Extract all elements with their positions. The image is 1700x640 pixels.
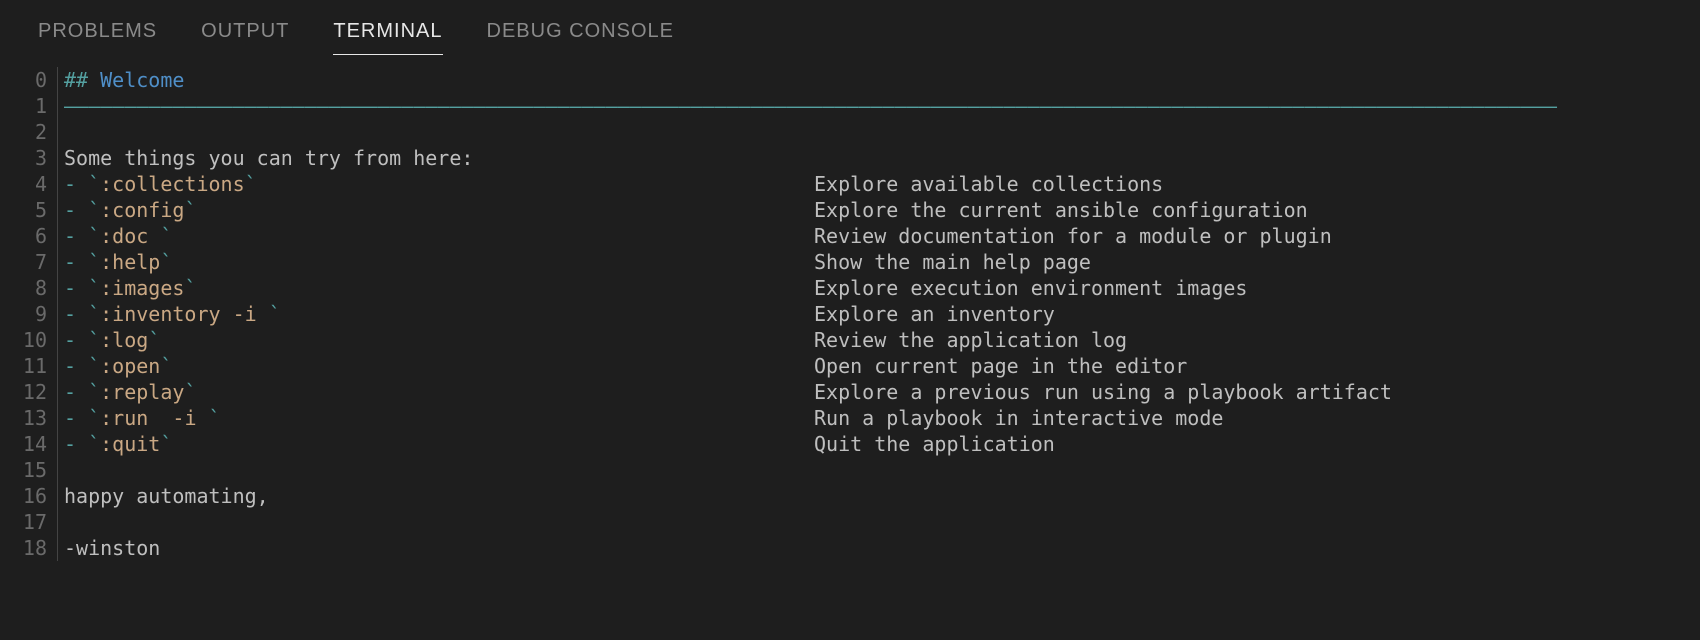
line-number: 9: [10, 301, 53, 327]
line-number: 12: [10, 379, 53, 405]
command-line: - `:collections`Explore available collec…: [64, 171, 1557, 197]
line-number: 11: [10, 353, 53, 379]
line-number: 4: [10, 171, 53, 197]
line-number: 5: [10, 197, 53, 223]
line-number: 10: [10, 327, 53, 353]
line-number: 14: [10, 431, 53, 457]
line-number: 6: [10, 223, 53, 249]
command-line: - `:doc `Review documentation for a modu…: [64, 223, 1557, 249]
command-line: - `:images`Explore execution environment…: [64, 275, 1557, 301]
panel-tabs: PROBLEMS OUTPUT TERMINAL DEBUG CONSOLE: [0, 0, 1700, 67]
line-number: 0: [10, 67, 53, 93]
terminal-line: [64, 509, 1557, 535]
command-line: - `:run -i `Run a playbook in interactiv…: [64, 405, 1557, 431]
command-line: - `:log`Review the application log: [64, 327, 1557, 353]
line-number: 1: [10, 93, 53, 119]
terminal-output[interactable]: 0123456789101112131415161718 ## Welcome—…: [0, 67, 1700, 561]
command-line: - `:config`Explore the current ansible c…: [64, 197, 1557, 223]
terminal-line: [64, 119, 1557, 145]
command-line: - `:help`Show the main help page: [64, 249, 1557, 275]
terminal-line: [64, 457, 1557, 483]
command-line: - `:quit`Quit the application: [64, 431, 1557, 457]
line-number: 2: [10, 119, 53, 145]
tab-debug-console[interactable]: DEBUG CONSOLE: [487, 18, 674, 55]
tab-output[interactable]: OUTPUT: [201, 18, 289, 55]
tab-problems[interactable]: PROBLEMS: [38, 18, 157, 55]
line-number: 15: [10, 457, 53, 483]
signature-line: -winston: [64, 535, 1557, 561]
line-number: 3: [10, 145, 53, 171]
intro-line: Some things you can try from here:: [64, 145, 1557, 171]
line-number-gutter: 0123456789101112131415161718: [10, 67, 58, 561]
line-number: 8: [10, 275, 53, 301]
line-number: 16: [10, 483, 53, 509]
outro-line: happy automating,: [64, 483, 1557, 509]
line-number: 7: [10, 249, 53, 275]
terminal-content: ## Welcome——————————————————————————————…: [58, 67, 1557, 561]
welcome-header: ## Welcome: [64, 67, 1557, 93]
command-line: - `:inventory -i `Explore an inventory: [64, 301, 1557, 327]
line-number: 18: [10, 535, 53, 561]
line-number: 17: [10, 509, 53, 535]
command-line: - `:replay`Explore a previous run using …: [64, 379, 1557, 405]
command-line: - `:open`Open current page in the editor: [64, 353, 1557, 379]
rule-line: ————————————————————————————————————————…: [64, 93, 1557, 119]
tab-terminal[interactable]: TERMINAL: [333, 18, 442, 55]
line-number: 13: [10, 405, 53, 431]
